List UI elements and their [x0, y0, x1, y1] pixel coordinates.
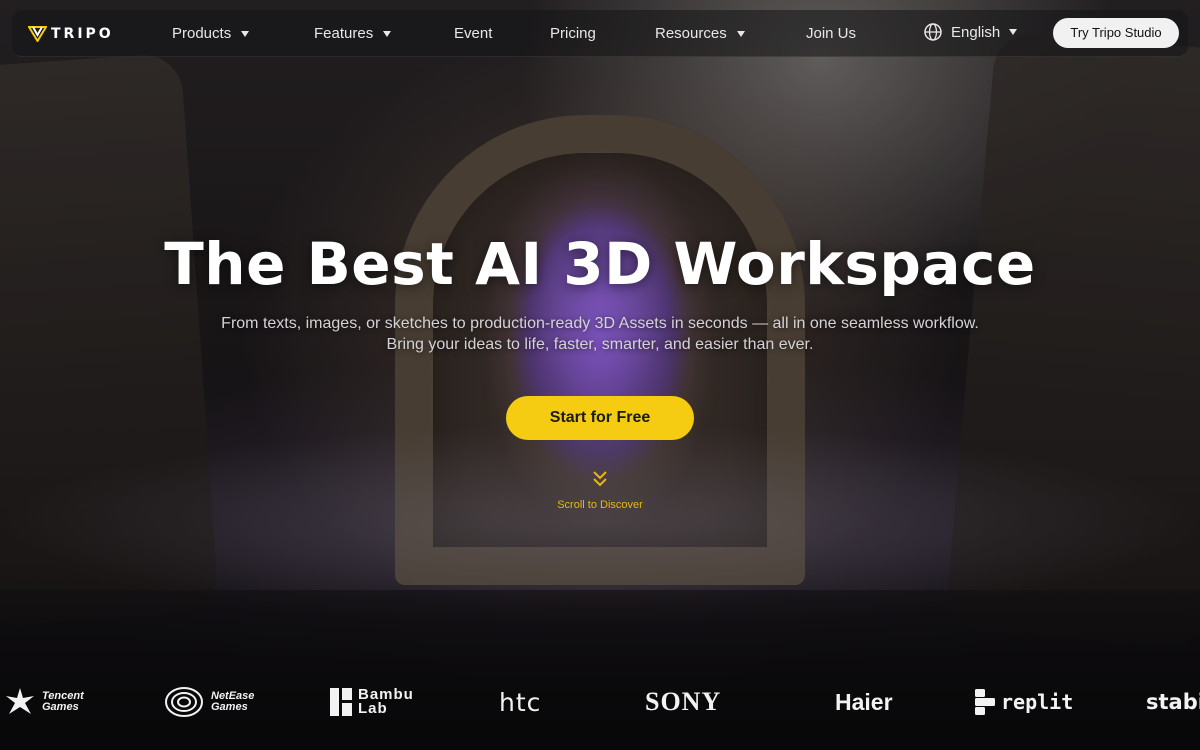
- brand-text-line-2: Lab: [358, 700, 388, 717]
- hero-page: TRIPO Products Features Event Pricing Re…: [0, 0, 1200, 750]
- brand-text: Tencent Games: [42, 691, 84, 713]
- nav-item-features[interactable]: Features: [314, 23, 392, 45]
- hero-subtitle-line-2: Bring your ideas to life, faster, smarte…: [386, 336, 814, 353]
- tripo-logo[interactable]: TRIPO: [28, 24, 114, 44]
- background-overlay: [0, 0, 1200, 750]
- brand-text-line-2: Games: [42, 701, 79, 713]
- nav-item-label: Event: [454, 25, 493, 42]
- nav-item-label: Join Us: [806, 25, 857, 42]
- brand-text: replit: [1001, 690, 1074, 714]
- brand-logo-stability: stabi: [1146, 680, 1200, 724]
- start-for-free-button[interactable]: Start for Free: [506, 396, 694, 440]
- nav-item-label: Resources: [655, 25, 727, 42]
- nav-item-label: Pricing: [550, 25, 596, 42]
- hero-title: The Best AI 3D Workspace: [164, 230, 1036, 298]
- brand-text: stabi: [1146, 690, 1200, 714]
- caret-down-icon: [383, 31, 392, 37]
- brand-logo-haier: Haier: [835, 680, 893, 724]
- language-label: English: [951, 23, 1001, 41]
- caret-down-icon: [736, 31, 745, 37]
- language-selector[interactable]: English: [924, 23, 1018, 41]
- brand-logo-bambu-lab: Bambu Lab: [330, 680, 414, 724]
- caret-down-icon: [1009, 29, 1018, 35]
- brand-text: SONY: [645, 687, 722, 716]
- nav-item-label: Products: [172, 25, 232, 42]
- tripo-v-logo-icon: [28, 26, 47, 42]
- brand-logo-tencent-games: Tencent Games: [4, 680, 84, 724]
- try-tripo-studio-button[interactable]: Try Tripo Studio: [1053, 18, 1179, 48]
- globe-icon: [924, 23, 942, 41]
- nav-item-event[interactable]: Event: [454, 23, 492, 45]
- hero-subtitle-line-1: From texts, images, or sketches to produ…: [221, 315, 979, 332]
- tencent-star-icon: [6, 688, 34, 714]
- scroll-to-discover-label[interactable]: Scroll to Discover: [0, 499, 1200, 511]
- caret-down-icon: [241, 31, 250, 37]
- brand-text: Bambu Lab: [358, 687, 414, 717]
- bambu-mark-icon: [330, 688, 352, 716]
- nav-item-products[interactable]: Products: [172, 23, 250, 45]
- brand-text: htc: [499, 687, 542, 717]
- brand-logo-netease-games: NetEase Games: [163, 680, 254, 724]
- netease-swirl-icon: [165, 687, 203, 717]
- top-nav: TRIPO Products Features Event Pricing Re…: [12, 10, 1188, 57]
- nav-item-join-us[interactable]: Join Us: [806, 23, 856, 45]
- brand-text: NetEase Games: [211, 691, 254, 713]
- logo-text: TRIPO: [51, 26, 114, 42]
- nav-item-pricing[interactable]: Pricing: [550, 23, 596, 45]
- brand-text-line-2: Games: [211, 701, 248, 713]
- replit-mark-icon: [975, 689, 995, 715]
- brand-logo-htc: htc: [499, 680, 541, 724]
- brand-text: Haier: [835, 688, 893, 715]
- nav-item-label: Features: [314, 25, 374, 42]
- brand-logo-replit: replit: [975, 680, 1073, 724]
- partner-logos-strip: Tencent Games NetEase Games Bambu Lab ht…: [0, 680, 1200, 730]
- brand-logo-sony: SONY: [645, 680, 721, 724]
- hero-subtitle: From texts, images, or sketches to produ…: [0, 313, 1200, 355]
- nav-item-resources[interactable]: Resources: [655, 23, 745, 45]
- double-chevron-down-icon[interactable]: [591, 469, 609, 489]
